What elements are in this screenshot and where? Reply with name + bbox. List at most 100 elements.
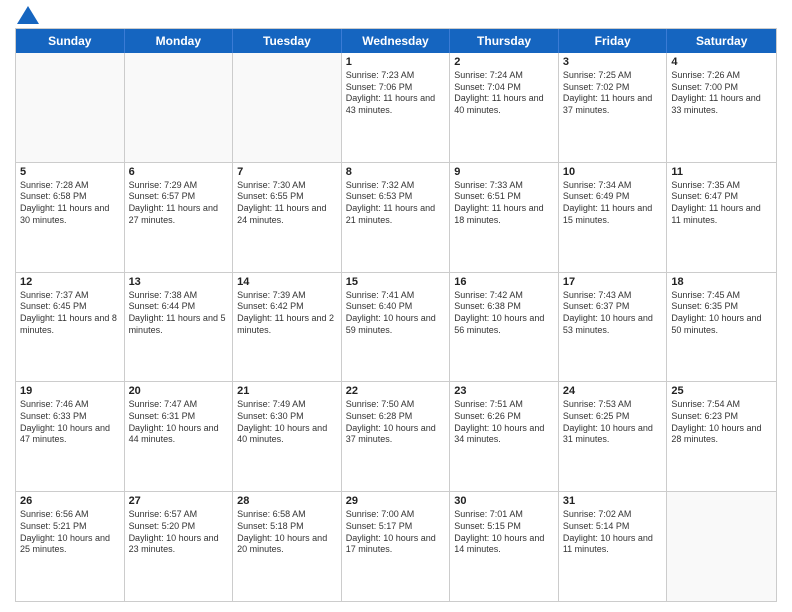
calendar-day-10: 10 Sunrise: 7:34 AMSunset: 6:49 PMDayligh…: [559, 163, 668, 272]
day-info: Sunrise: 7:37 AMSunset: 6:45 PMDaylight:…: [20, 290, 120, 337]
day-info: Sunrise: 7:29 AMSunset: 6:57 PMDaylight:…: [129, 180, 229, 227]
day-number: 6: [129, 166, 229, 178]
cal-header-cell-thursday: Thursday: [450, 29, 559, 53]
day-info: Sunrise: 7:42 AMSunset: 6:38 PMDaylight:…: [454, 290, 554, 337]
day-number: 9: [454, 166, 554, 178]
calendar-week-3: 12 Sunrise: 7:37 AMSunset: 6:45 PMDayligh…: [16, 272, 776, 382]
logo: [15, 10, 39, 20]
calendar-day-3: 3 Sunrise: 7:25 AMSunset: 7:02 PMDaylight…: [559, 53, 668, 162]
calendar-day-25: 25Sunrise: 7:54 AMSunset: 6:23 PMDayligh…: [667, 382, 776, 491]
calendar-week-2: 5 Sunrise: 7:28 AMSunset: 6:58 PMDaylight…: [16, 162, 776, 272]
calendar-day-6: 6 Sunrise: 7:29 AMSunset: 6:57 PMDaylight…: [125, 163, 234, 272]
day-number: 2: [454, 56, 554, 68]
day-info: Sunrise: 7:33 AMSunset: 6:51 PMDaylight:…: [454, 180, 554, 227]
day-info: Sunrise: 7:45 AMSunset: 6:35 PMDaylight:…: [671, 290, 772, 337]
cal-header-cell-monday: Monday: [125, 29, 234, 53]
calendar-day-18: 18Sunrise: 7:45 AMSunset: 6:35 PMDayligh…: [667, 273, 776, 382]
calendar-day-21: 21 Sunrise: 7:49 AMSunset: 6:30 PMDayligh…: [233, 382, 342, 491]
cal-header-cell-friday: Friday: [559, 29, 668, 53]
calendar-day-4: 4 Sunrise: 7:26 AMSunset: 7:00 PMDaylight…: [667, 53, 776, 162]
calendar-day-22: 22 Sunrise: 7:50 AMSunset: 6:28 PMDayligh…: [342, 382, 451, 491]
day-number: 22: [346, 385, 446, 397]
day-number: 29: [346, 495, 446, 507]
calendar-day-28: 28 Sunrise: 6:58 AMSunset: 5:18 PMDayligh…: [233, 492, 342, 601]
cal-header-cell-saturday: Saturday: [667, 29, 776, 53]
day-number: 14: [237, 276, 337, 288]
cal-header-cell-wednesday: Wednesday: [342, 29, 451, 53]
day-info: Sunrise: 7:39 AMSunset: 6:42 PMDaylight:…: [237, 290, 337, 337]
calendar-day-19: 19 Sunrise: 7:46 AMSunset: 6:33 PMDayligh…: [16, 382, 125, 491]
day-info: Sunrise: 6:56 AMSunset: 5:21 PMDaylight:…: [20, 509, 120, 556]
calendar-day-15: 15 Sunrise: 7:41 AMSunset: 6:40 PMDayligh…: [342, 273, 451, 382]
day-number: 30: [454, 495, 554, 507]
calendar-day-26: 26Sunrise: 6:56 AMSunset: 5:21 PMDayligh…: [16, 492, 125, 601]
calendar-empty-cell: [16, 53, 125, 162]
day-number: 4: [671, 56, 772, 68]
calendar-week-5: 26Sunrise: 6:56 AMSunset: 5:21 PMDayligh…: [16, 491, 776, 601]
day-number: 24: [563, 385, 663, 397]
day-info: Sunrise: 7:43 AMSunset: 6:37 PMDaylight:…: [563, 290, 663, 337]
day-info: Sunrise: 7:26 AMSunset: 7:00 PMDaylight:…: [671, 70, 772, 117]
calendar-day-2: 2 Sunrise: 7:24 AMSunset: 7:04 PMDaylight…: [450, 53, 559, 162]
day-number: 25: [671, 385, 772, 397]
calendar-day-11: 11 Sunrise: 7:35 AMSunset: 6:47 PMDayligh…: [667, 163, 776, 272]
calendar-day-5: 5 Sunrise: 7:28 AMSunset: 6:58 PMDaylight…: [16, 163, 125, 272]
day-info: Sunrise: 7:25 AMSunset: 7:02 PMDaylight:…: [563, 70, 663, 117]
calendar-week-4: 19 Sunrise: 7:46 AMSunset: 6:33 PMDayligh…: [16, 381, 776, 491]
calendar-day-13: 13 Sunrise: 7:38 AMSunset: 6:44 PMDayligh…: [125, 273, 234, 382]
day-info: Sunrise: 7:41 AMSunset: 6:40 PMDaylight:…: [346, 290, 446, 337]
page: SundayMondayTuesdayWednesdayThursdayFrid…: [0, 0, 792, 612]
logo-icon: [17, 6, 39, 24]
calendar-day-31: 31 Sunrise: 7:02 AMSunset: 5:14 PMDayligh…: [559, 492, 668, 601]
day-info: Sunrise: 7:23 AMSunset: 7:06 PMDaylight:…: [346, 70, 446, 117]
day-info: Sunrise: 7:53 AMSunset: 6:25 PMDaylight:…: [563, 399, 663, 446]
calendar-day-17: 17Sunrise: 7:43 AMSunset: 6:37 PMDayligh…: [559, 273, 668, 382]
day-number: 21: [237, 385, 337, 397]
day-number: 12: [20, 276, 120, 288]
day-info: Sunrise: 7:49 AMSunset: 6:30 PMDaylight:…: [237, 399, 337, 446]
calendar-day-24: 24 Sunrise: 7:53 AMSunset: 6:25 PMDayligh…: [559, 382, 668, 491]
calendar-day-20: 20 Sunrise: 7:47 AMSunset: 6:31 PMDayligh…: [125, 382, 234, 491]
calendar: SundayMondayTuesdayWednesdayThursdayFrid…: [15, 28, 777, 602]
cal-header-cell-sunday: Sunday: [16, 29, 125, 53]
day-number: 20: [129, 385, 229, 397]
calendar-week-1: 1Sunrise: 7:23 AMSunset: 7:06 PMDaylight…: [16, 53, 776, 162]
day-number: 16: [454, 276, 554, 288]
calendar-body: 1Sunrise: 7:23 AMSunset: 7:06 PMDaylight…: [16, 53, 776, 601]
day-number: 11: [671, 166, 772, 178]
calendar-day-12: 12 Sunrise: 7:37 AMSunset: 6:45 PMDayligh…: [16, 273, 125, 382]
day-number: 10: [563, 166, 663, 178]
day-number: 31: [563, 495, 663, 507]
day-info: Sunrise: 7:50 AMSunset: 6:28 PMDaylight:…: [346, 399, 446, 446]
calendar-empty-cell: [233, 53, 342, 162]
day-info: Sunrise: 7:38 AMSunset: 6:44 PMDaylight:…: [129, 290, 229, 337]
cal-header-cell-tuesday: Tuesday: [233, 29, 342, 53]
day-info: Sunrise: 7:28 AMSunset: 6:58 PMDaylight:…: [20, 180, 120, 227]
calendar-empty-cell: [667, 492, 776, 601]
day-number: 5: [20, 166, 120, 178]
day-number: 28: [237, 495, 337, 507]
day-info: Sunrise: 7:47 AMSunset: 6:31 PMDaylight:…: [129, 399, 229, 446]
calendar-day-27: 27Sunrise: 6:57 AMSunset: 5:20 PMDayligh…: [125, 492, 234, 601]
day-number: 7: [237, 166, 337, 178]
day-info: Sunrise: 7:34 AMSunset: 6:49 PMDaylight:…: [563, 180, 663, 227]
day-number: 3: [563, 56, 663, 68]
day-info: Sunrise: 7:46 AMSunset: 6:33 PMDaylight:…: [20, 399, 120, 446]
calendar-day-16: 16 Sunrise: 7:42 AMSunset: 6:38 PMDayligh…: [450, 273, 559, 382]
day-number: 19: [20, 385, 120, 397]
day-number: 23: [454, 385, 554, 397]
day-number: 27: [129, 495, 229, 507]
calendar-day-7: 7Sunrise: 7:30 AMSunset: 6:55 PMDaylight…: [233, 163, 342, 272]
day-number: 15: [346, 276, 446, 288]
calendar-day-8: 8Sunrise: 7:32 AMSunset: 6:53 PMDaylight…: [342, 163, 451, 272]
calendar-day-14: 14 Sunrise: 7:39 AMSunset: 6:42 PMDayligh…: [233, 273, 342, 382]
day-info: Sunrise: 7:35 AMSunset: 6:47 PMDaylight:…: [671, 180, 772, 227]
calendar-header: SundayMondayTuesdayWednesdayThursdayFrid…: [16, 29, 776, 53]
day-info: Sunrise: 6:58 AMSunset: 5:18 PMDaylight:…: [237, 509, 337, 556]
day-number: 8: [346, 166, 446, 178]
day-info: Sunrise: 7:02 AMSunset: 5:14 PMDaylight:…: [563, 509, 663, 556]
day-number: 13: [129, 276, 229, 288]
calendar-day-1: 1Sunrise: 7:23 AMSunset: 7:06 PMDaylight…: [342, 53, 451, 162]
day-info: Sunrise: 7:24 AMSunset: 7:04 PMDaylight:…: [454, 70, 554, 117]
calendar-day-30: 30Sunrise: 7:01 AMSunset: 5:15 PMDayligh…: [450, 492, 559, 601]
